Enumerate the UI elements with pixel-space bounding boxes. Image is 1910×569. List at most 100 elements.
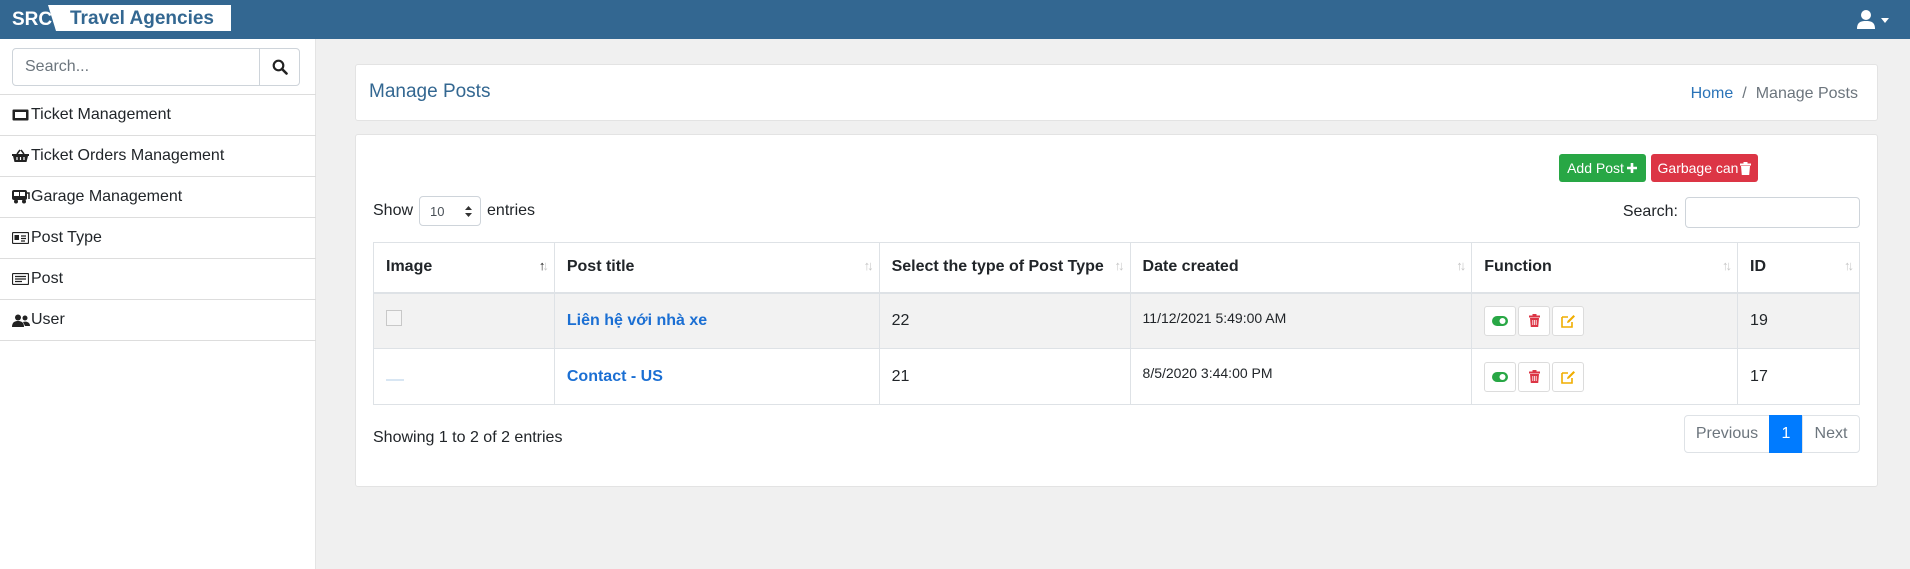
brand-name: Travel Agencies xyxy=(70,8,214,29)
toggle-visibility-button[interactable] xyxy=(1484,305,1517,336)
trash-icon xyxy=(1528,370,1540,383)
page-length-select[interactable]: 10 xyxy=(419,196,482,226)
date-created-cell: 8/5/2020 3:44:00 PM xyxy=(1129,348,1473,405)
sidebar-nav: Ticket Management Ticket Orders Manageme… xyxy=(0,94,316,341)
brand-short: SRC xyxy=(12,9,53,30)
garbage-can-button[interactable]: Garbage can xyxy=(1651,154,1758,182)
toggle-on-icon xyxy=(1492,371,1509,382)
sidebar-item-ticket-management[interactable]: Ticket Management xyxy=(0,95,316,136)
select-arrows-icon xyxy=(465,205,473,217)
post-title-link[interactable]: Liên hệ với nhà xe xyxy=(567,312,707,329)
table-header-row: Image ↑↓ Post title ↑↓ Select the type of … xyxy=(373,242,1860,294)
sidebar-item-label: Garage Management xyxy=(31,188,183,205)
edit-button[interactable] xyxy=(1552,305,1585,336)
page-length-value: 10 xyxy=(430,203,445,219)
post-image-cell xyxy=(373,292,555,349)
pagination-page-1[interactable]: 1 xyxy=(1769,415,1803,453)
breadcrumb-home-link[interactable]: Home xyxy=(1691,85,1734,102)
sidebar-search-button[interactable] xyxy=(259,48,300,86)
caret-down-icon xyxy=(1881,18,1889,23)
post-thumbnail xyxy=(386,310,402,327)
sidebar-item-user[interactable]: User xyxy=(0,300,316,341)
sort-icon: ↑↓ xyxy=(1722,258,1732,273)
id-card-icon xyxy=(12,231,30,245)
sidebar-item-post-type[interactable]: Post Type xyxy=(0,218,316,259)
user-icon xyxy=(1857,10,1889,29)
sidebar-item-label: Ticket Orders Management xyxy=(31,147,225,164)
breadcrumb-separator: / xyxy=(1742,85,1747,102)
sidebar-item-post[interactable]: Post xyxy=(0,259,316,300)
post-id-cell: 19 xyxy=(1737,292,1860,349)
function-cell xyxy=(1471,348,1739,405)
table-search-label: Search: xyxy=(1622,203,1678,220)
column-header-label: Image xyxy=(386,258,433,276)
add-post-label: Add Post xyxy=(1567,160,1624,176)
edit-button[interactable] xyxy=(1552,361,1585,392)
post-thumbnail xyxy=(386,379,404,381)
date-created-cell: 11/12/2021 5:49:00 AM xyxy=(1129,292,1473,349)
column-header-label: Select the type of Post Type xyxy=(891,258,1104,276)
post-id-cell: 17 xyxy=(1737,348,1860,405)
table-row: Contact - US 21 8/5/2020 3:44:00 PM 17 xyxy=(373,348,1860,405)
pagination-previous[interactable]: Previous xyxy=(1684,415,1770,453)
users-icon xyxy=(12,313,30,327)
page-header: Manage Posts Home / Manage Posts xyxy=(355,64,1878,121)
breadcrumb: Home / Manage Posts xyxy=(1691,85,1858,103)
user-menu-button[interactable] xyxy=(1854,9,1890,31)
column-header-label: Function xyxy=(1484,258,1552,276)
edit-icon xyxy=(1560,314,1575,328)
column-header-function[interactable]: Function ↑↓ xyxy=(1471,242,1739,294)
table-search-input[interactable] xyxy=(1685,196,1860,228)
sidebar-search-input[interactable] xyxy=(12,48,260,86)
delete-button[interactable] xyxy=(1518,361,1551,392)
sidebar-item-label: User xyxy=(31,311,65,328)
column-header-post-type[interactable]: Select the type of Post Type ↑↓ xyxy=(878,242,1131,294)
sidebar-item-label: Post xyxy=(31,270,64,287)
posts-card: Add Post Garbage can Show 10 entries Sea… xyxy=(355,134,1878,487)
entries-label: entries xyxy=(487,202,536,219)
column-header-date-created[interactable]: Date created ↑↓ xyxy=(1129,242,1473,294)
sort-icon: ↑↓ xyxy=(1844,258,1854,273)
sort-icon: ↑↓ xyxy=(1456,258,1466,273)
delete-button[interactable] xyxy=(1518,305,1551,336)
ticket-icon xyxy=(12,108,30,122)
basket-icon xyxy=(12,149,30,163)
post-title-cell: Contact - US xyxy=(553,348,880,405)
column-header-id[interactable]: ID ↑↓ xyxy=(1737,242,1860,294)
bus-icon xyxy=(12,190,30,204)
add-post-button[interactable]: Add Post xyxy=(1559,154,1646,182)
toggle-visibility-button[interactable] xyxy=(1484,361,1517,392)
breadcrumb-current: Manage Posts xyxy=(1755,85,1858,102)
function-cell xyxy=(1471,292,1739,349)
brand-logo[interactable]: Travel Agencies xyxy=(48,5,231,31)
sidebar-item-label: Ticket Management xyxy=(31,106,171,123)
sidebar-item-garage-management[interactable]: Garage Management xyxy=(0,177,316,218)
plus-icon xyxy=(1626,163,1637,173)
sort-icon: ↑↓ xyxy=(1114,258,1125,273)
column-header-post-title[interactable]: Post title ↑↓ xyxy=(553,242,880,294)
edit-icon xyxy=(1560,370,1575,384)
show-label: Show xyxy=(373,202,414,219)
column-header-label: Post title xyxy=(566,258,635,276)
table-search: Search: xyxy=(1623,196,1860,228)
top-navbar: SRC Travel Agencies xyxy=(0,0,1910,39)
table-row: Liên hệ với nhà xe 22 11/12/2021 5:49:00… xyxy=(373,292,1860,349)
column-header-image[interactable]: Image ↑↓ xyxy=(373,242,555,294)
column-header-label: ID xyxy=(1750,258,1767,276)
trash-icon xyxy=(1740,161,1752,175)
sidebar-item-ticket-orders[interactable]: Ticket Orders Management xyxy=(0,136,316,177)
post-title-link[interactable]: Contact - US xyxy=(567,368,663,385)
post-type-cell: 21 xyxy=(878,348,1131,405)
pagination: Previous 1 Next xyxy=(1684,415,1860,453)
sidebar: Ticket Management Ticket Orders Manageme… xyxy=(0,39,316,569)
garbage-can-label: Garbage can xyxy=(1657,160,1739,176)
column-header-label: Date created xyxy=(1142,258,1239,276)
page-title: Manage Posts xyxy=(369,81,491,102)
search-icon xyxy=(272,59,288,75)
sidebar-item-label: Post Type xyxy=(31,229,102,246)
post-type-cell: 22 xyxy=(878,292,1131,349)
sort-icon: ↑↓ xyxy=(863,258,874,273)
sidebar-search xyxy=(12,48,300,86)
posts-table: Image ↑↓ Post title ↑↓ Select the type of … xyxy=(373,242,1860,405)
pagination-next[interactable]: Next xyxy=(1802,415,1860,453)
